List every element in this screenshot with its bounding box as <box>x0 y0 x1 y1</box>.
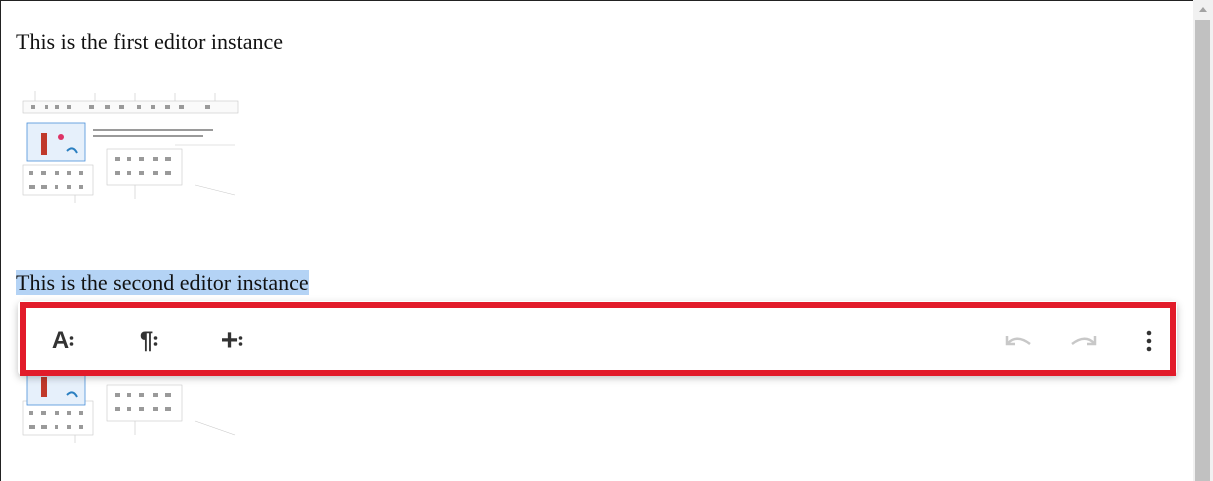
insert-button[interactable]: + <box>214 323 250 359</box>
text-format-button[interactable]: A <box>45 323 81 359</box>
undo-icon <box>1005 336 1031 346</box>
scrollbar-thumb[interactable] <box>1195 20 1210 481</box>
vertical-scrollbar[interactable] <box>1193 0 1213 481</box>
second-editor-paragraph[interactable]: This is the second editor instance <box>16 269 309 297</box>
redo-icon <box>1071 336 1097 346</box>
caret-up-icon <box>1199 7 1207 12</box>
more-options-button[interactable] <box>1137 323 1161 359</box>
more-dots-icon <box>238 336 243 346</box>
editor-page: This is the first editor instance This i… <box>0 0 1193 481</box>
more-dots-icon <box>153 336 158 346</box>
first-editor-paragraph[interactable]: This is the first editor instance <box>16 28 283 56</box>
paragraph-format-button[interactable]: ¶ <box>131 323 167 359</box>
redo-button[interactable] <box>1067 323 1101 359</box>
more-dots-icon <box>69 336 74 346</box>
vertical-dots-icon <box>1146 330 1152 352</box>
undo-button[interactable] <box>1001 323 1035 359</box>
scroll-up-button[interactable] <box>1193 0 1213 18</box>
editor-diagram-image[interactable] <box>15 85 250 205</box>
